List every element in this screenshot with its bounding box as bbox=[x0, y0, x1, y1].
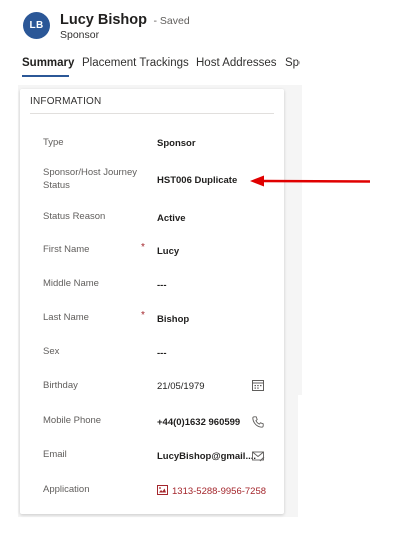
type-label: Type bbox=[43, 137, 64, 148]
required-marker: * bbox=[141, 310, 145, 321]
active-tab-indicator bbox=[22, 75, 69, 77]
mobile-phone-label: Mobile Phone bbox=[43, 415, 102, 426]
application-label: Application bbox=[43, 484, 90, 495]
status-reason-label: Status Reason bbox=[43, 211, 106, 222]
tab-placement-trackings[interactable]: Placement Trackings bbox=[82, 57, 189, 69]
section-divider bbox=[30, 113, 274, 114]
birthday-value[interactable]: 21/05/1979 bbox=[157, 381, 205, 392]
record-title: Lucy Bishop bbox=[60, 12, 148, 28]
email-value[interactable]: LucyBishop@gmail.... bbox=[157, 451, 256, 462]
mobile-phone-value[interactable]: +44(0)1632 960599 bbox=[157, 417, 240, 428]
record-header: LB Lucy Bishop - Saved Sponsor bbox=[0, 0, 396, 50]
information-section: INFORMATION Type Sponsor Sponsor/Host Jo… bbox=[20, 89, 284, 514]
type-value[interactable]: Sponsor bbox=[157, 138, 196, 149]
saved-status: - Saved bbox=[153, 15, 190, 27]
tab-sponsor-more[interactable]: Spo bbox=[285, 57, 300, 69]
last-name-value[interactable]: Bishop bbox=[157, 314, 189, 325]
title-row: Lucy Bishop - Saved bbox=[60, 11, 190, 29]
middle-name-label: Middle Name bbox=[43, 278, 99, 289]
last-name-label: Last Name bbox=[43, 312, 89, 323]
first-name-label: First Name bbox=[43, 244, 90, 255]
avatar: LB bbox=[23, 12, 50, 39]
status-reason-value[interactable]: Active bbox=[157, 213, 186, 224]
annotation-arrow bbox=[250, 175, 371, 187]
middle-name-value[interactable]: --- bbox=[157, 280, 167, 291]
tab-bar: Summary Placement Trackings Host Address… bbox=[0, 50, 300, 77]
phone-icon[interactable] bbox=[251, 415, 265, 429]
required-marker: * bbox=[141, 242, 145, 253]
application-link[interactable]: 1313-5288-9956-7258 bbox=[157, 485, 266, 497]
entity-type: Sponsor bbox=[60, 29, 100, 41]
birthday-label: Birthday bbox=[43, 380, 78, 391]
application-link-text[interactable]: 1313-5288-9956-7258 bbox=[172, 486, 266, 497]
application-record-icon bbox=[157, 485, 168, 495]
side-panel-edge bbox=[288, 85, 302, 395]
calendar-icon[interactable] bbox=[251, 378, 265, 392]
tab-host-addresses[interactable]: Host Addresses bbox=[196, 57, 277, 69]
email-label: Email bbox=[43, 449, 67, 460]
first-name-value[interactable]: Lucy bbox=[157, 246, 179, 257]
journey-status-value[interactable]: HST006 Duplicate bbox=[157, 175, 237, 186]
sex-label: Sex bbox=[43, 346, 60, 357]
section-title: INFORMATION bbox=[30, 96, 102, 107]
journey-status-label: Sponsor/Host Journey Status bbox=[43, 167, 137, 191]
tab-summary[interactable]: Summary bbox=[22, 57, 74, 69]
email-icon[interactable] bbox=[251, 449, 265, 463]
sex-value[interactable]: --- bbox=[157, 348, 167, 359]
